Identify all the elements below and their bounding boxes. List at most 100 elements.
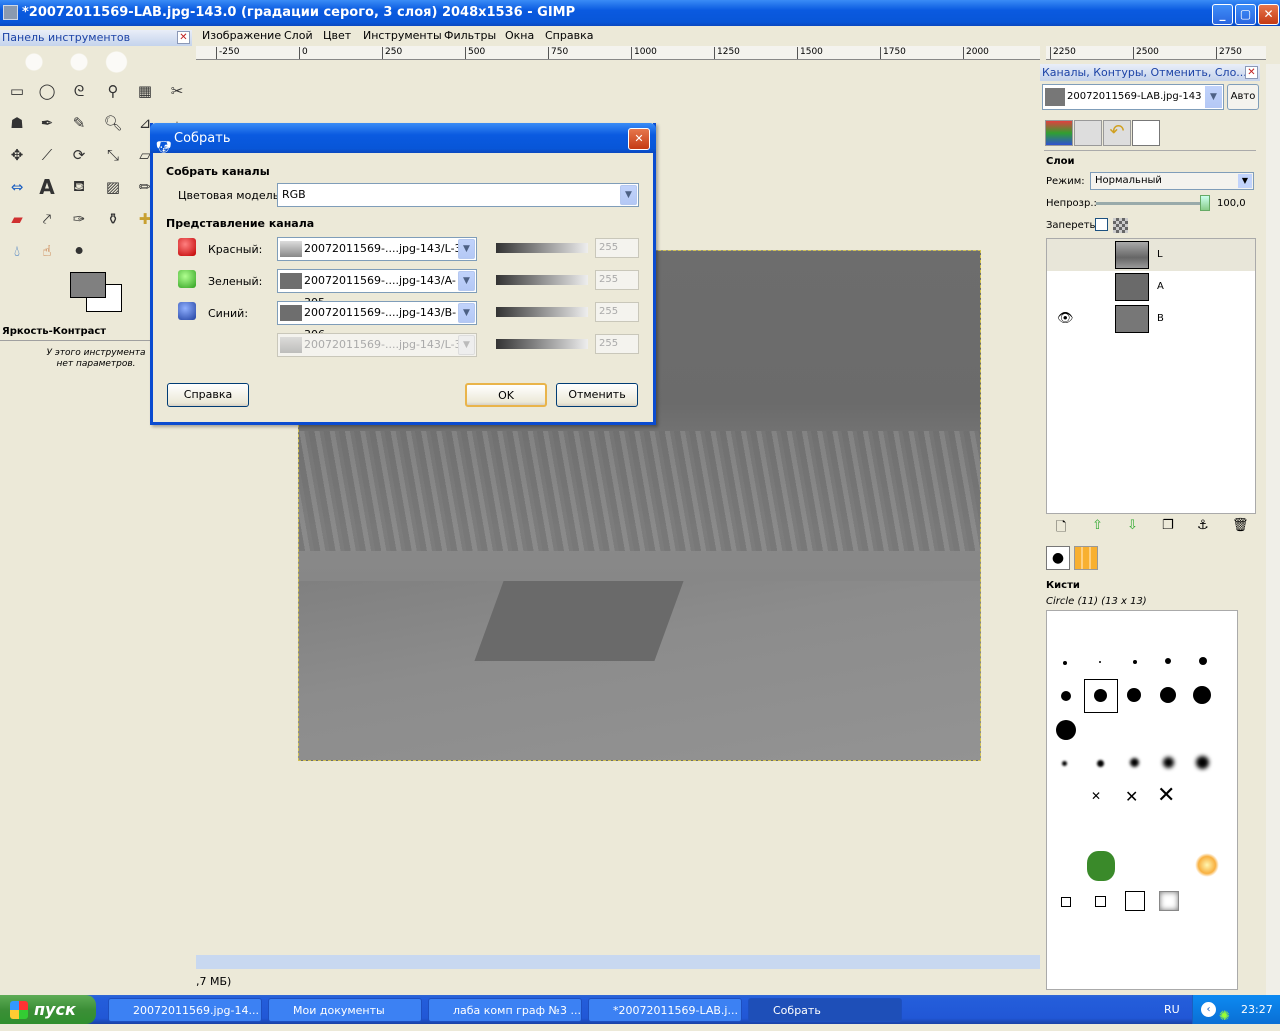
fg-bg-color-swatch[interactable] bbox=[68, 272, 124, 314]
lock-alpha-icon[interactable] bbox=[1113, 218, 1128, 233]
chevron-down-icon[interactable]: ▼ bbox=[458, 271, 475, 291]
layers-tab-icon[interactable] bbox=[1132, 120, 1160, 146]
bucket-fill-icon[interactable]: ⛾ bbox=[66, 174, 92, 200]
cancel-button[interactable]: Отменить bbox=[556, 383, 638, 407]
menu-color[interactable]: Цвет bbox=[323, 29, 351, 42]
scale-icon[interactable]: ⤡ bbox=[100, 142, 126, 168]
image-select-combo[interactable]: 20072011569-LAB.jpg-143 ▼ bbox=[1042, 84, 1224, 110]
language-indicator[interactable]: RU bbox=[1164, 995, 1180, 1024]
brush-item[interactable] bbox=[1127, 688, 1141, 702]
brush-item[interactable]: ✕ bbox=[1157, 783, 1175, 808]
brushes-tab-icon[interactable]: ● bbox=[1046, 546, 1070, 570]
raise-layer-icon[interactable]: ⇧ bbox=[1092, 518, 1103, 533]
task-button[interactable]: Мои документы bbox=[268, 998, 422, 1022]
help-button[interactable]: Справка bbox=[167, 383, 249, 407]
brush-item[interactable] bbox=[1133, 660, 1137, 664]
ok-button[interactable]: OK bbox=[465, 383, 547, 407]
brush-item[interactable] bbox=[1196, 756, 1209, 769]
undo-tab-icon[interactable]: ↶ bbox=[1103, 120, 1131, 146]
color-select-icon[interactable]: ▦ bbox=[132, 78, 158, 104]
opacity-slider[interactable] bbox=[1096, 202, 1210, 205]
red-channel-combo[interactable]: 20072011569-....jpg-143/L-304 ▼ bbox=[277, 237, 477, 261]
dialog-titlebar[interactable]: 🐶︎ Собрать bbox=[150, 123, 656, 154]
green-channel-combo[interactable]: 20072011569-....jpg-143/A-305 ▼ bbox=[277, 269, 477, 309]
layer-row[interactable]: A bbox=[1047, 271, 1255, 303]
clone-icon[interactable]: ⚱ bbox=[100, 206, 126, 232]
flip-icon[interactable]: ⇔ bbox=[4, 174, 30, 200]
maximize-button[interactable]: ▢ bbox=[1235, 4, 1256, 25]
brush-item[interactable]: ✕ bbox=[1125, 787, 1138, 806]
align-icon[interactable]: ⟋ bbox=[34, 142, 60, 168]
dialog-close-button[interactable]: ✕ bbox=[628, 128, 650, 150]
smudge-icon[interactable]: ☝ bbox=[34, 238, 60, 264]
dock-close-icon[interactable]: ✕ bbox=[1245, 66, 1258, 79]
brush-item[interactable] bbox=[1061, 691, 1071, 701]
horizontal-scrollbar[interactable] bbox=[196, 955, 1040, 969]
task-button[interactable]: лаба комп граф №3 ... bbox=[428, 998, 582, 1022]
new-layer-icon[interactable]: 🗋︎ bbox=[1056, 518, 1066, 540]
minimize-button[interactable]: _ bbox=[1212, 4, 1233, 25]
brush-item[interactable] bbox=[1193, 686, 1211, 704]
menu-tools[interactable]: Инструменты bbox=[363, 29, 442, 42]
delete-layer-icon[interactable]: 🗑︎ bbox=[1232, 518, 1249, 533]
brush-item[interactable] bbox=[1095, 896, 1106, 907]
brush-item[interactable]: ✕ bbox=[1091, 789, 1101, 803]
blend-icon[interactable]: ▨ bbox=[100, 174, 126, 200]
eraser-icon[interactable]: ▰ bbox=[4, 206, 30, 232]
chevron-down-icon[interactable]: ▼ bbox=[458, 239, 475, 259]
foreground-color[interactable] bbox=[70, 272, 106, 298]
brush-item[interactable] bbox=[1163, 757, 1174, 768]
blur-icon[interactable]: 💧︎ bbox=[4, 238, 30, 264]
start-button[interactable]: пуск bbox=[0, 995, 96, 1024]
magic-wand-icon[interactable]: ⚲ bbox=[100, 78, 126, 104]
color-picker-icon[interactable]: ✎ bbox=[66, 110, 92, 136]
task-button-active[interactable]: Собрать bbox=[748, 998, 902, 1022]
brush-item[interactable] bbox=[1056, 720, 1076, 740]
brush-item[interactable] bbox=[1097, 760, 1104, 767]
opacity-slider-handle[interactable] bbox=[1200, 195, 1210, 211]
brush-item[interactable] bbox=[1125, 891, 1145, 911]
window-titlebar[interactable]: *20072011569-LAB.jpg-143.0 (градации сер… bbox=[0, 0, 1280, 26]
lower-layer-icon[interactable]: ⇩ bbox=[1127, 518, 1138, 533]
brush-item[interactable] bbox=[1061, 897, 1071, 907]
layer-row[interactable]: 👁︎ B bbox=[1047, 303, 1255, 335]
channels-tab-icon[interactable] bbox=[1045, 120, 1073, 146]
menu-help[interactable]: Справка bbox=[545, 29, 593, 42]
auto-button[interactable]: Авто bbox=[1227, 84, 1259, 110]
rect-select-icon[interactable]: ▭ bbox=[4, 78, 30, 104]
brush-item[interactable] bbox=[1130, 758, 1139, 767]
brush-item[interactable] bbox=[1063, 661, 1067, 665]
mode-combo[interactable]: Нормальный ▼ bbox=[1090, 172, 1254, 190]
chevron-down-icon[interactable]: ▼ bbox=[620, 185, 637, 205]
airbrush-icon[interactable]: ⤤ bbox=[34, 206, 60, 232]
lasso-icon[interactable]: ᘓ bbox=[66, 78, 92, 104]
paths-tab-icon[interactable] bbox=[1074, 120, 1102, 146]
color-model-combo[interactable]: RGB ▼ bbox=[277, 183, 639, 207]
network-icon[interactable]: ✺ bbox=[1219, 1002, 1230, 1031]
layer-row[interactable]: L bbox=[1047, 239, 1255, 271]
task-button[interactable]: 20072011569.jpg-14... bbox=[108, 998, 262, 1022]
foreground-select-icon[interactable]: ☗ bbox=[4, 110, 30, 136]
scissors-icon[interactable]: ✂ bbox=[164, 78, 190, 104]
eye-icon[interactable]: 👁︎ bbox=[1057, 311, 1074, 326]
pepper-brush-icon[interactable] bbox=[1087, 851, 1115, 881]
task-button[interactable]: *20072011569-LAB.j... bbox=[588, 998, 742, 1022]
brush-item[interactable] bbox=[1165, 658, 1171, 664]
close-button[interactable]: ✕ bbox=[1258, 4, 1279, 25]
layer-list[interactable]: L A 👁︎ B bbox=[1046, 238, 1256, 514]
duplicate-layer-icon[interactable]: ❐ bbox=[1162, 518, 1174, 533]
menu-windows[interactable]: Окна bbox=[505, 29, 534, 42]
brush-item[interactable] bbox=[1159, 891, 1179, 911]
patterns-tab-icon[interactable] bbox=[1074, 546, 1098, 570]
brush-item[interactable] bbox=[1199, 657, 1207, 665]
blue-channel-combo[interactable]: 20072011569-....jpg-143/B-306 ▼ bbox=[277, 301, 477, 341]
ink-icon[interactable]: ✑ bbox=[66, 206, 92, 232]
brush-item[interactable] bbox=[1160, 687, 1176, 703]
brush-grid[interactable]: ✕ ✕ ✕ bbox=[1046, 610, 1238, 990]
chevron-down-icon[interactable]: ▼ bbox=[1238, 174, 1252, 188]
toolbox-close-icon[interactable]: ✕ bbox=[177, 31, 190, 44]
menu-layer[interactable]: Слой bbox=[284, 29, 313, 42]
opacity-value[interactable]: 100,0 bbox=[1217, 198, 1246, 209]
brush-item[interactable] bbox=[1062, 761, 1067, 766]
dodge-burn-icon[interactable]: ⚫ bbox=[66, 238, 92, 264]
